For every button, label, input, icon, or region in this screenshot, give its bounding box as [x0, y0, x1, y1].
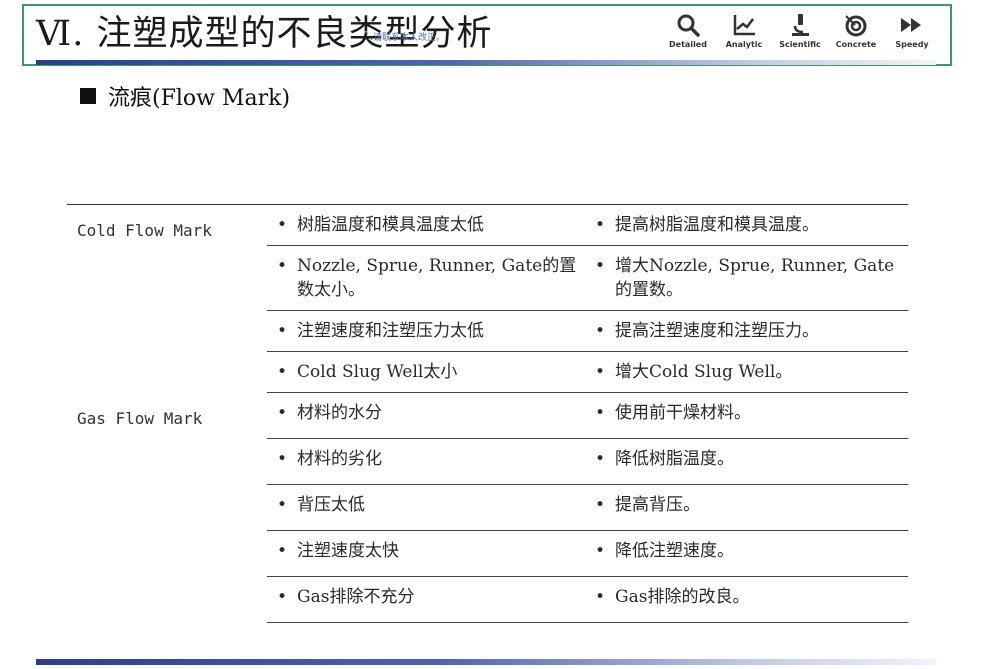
fast-forward-icon: [901, 18, 921, 32]
section-heading: 流痕(Flow Mark): [80, 80, 290, 112]
bullet-icon: •: [595, 321, 606, 341]
bullet-icon: •: [595, 362, 606, 382]
bullet-icon: •: [277, 362, 288, 382]
footer-divider: [36, 659, 936, 665]
tool-label: Concrete: [835, 40, 877, 49]
tool-scientific[interactable]: Scientific: [778, 12, 822, 49]
cause-text: 材料的水分: [297, 403, 383, 423]
bullet-icon: •: [595, 256, 606, 276]
bullet-icon: •: [595, 495, 606, 515]
cause-text: 背压太低: [297, 495, 366, 515]
table-row: Cold Flow Mark • 树脂温度和模具温度太低 • 提高树脂温度和模具温度…: [67, 204, 908, 393]
line-chart-icon: [733, 15, 755, 36]
header-divider: [36, 60, 936, 65]
bullet-icon: •: [595, 449, 606, 469]
watermark-text: …请联系本人改正。: [364, 33, 446, 43]
cause-text: Cold Slug Well太小: [297, 362, 458, 382]
fix-text: 提高背压。: [615, 495, 701, 515]
tool-speedy[interactable]: Speedy: [890, 12, 934, 49]
cause-text: 注塑速度和注塑压力太低: [297, 321, 485, 341]
cause-text: 材料的劣化: [297, 449, 383, 469]
magnifier-icon: [677, 14, 700, 37]
cause-text: Nozzle, Sprue, Runner, Gate的置数太小。: [297, 256, 577, 300]
tool-concrete[interactable]: Concrete: [834, 12, 878, 49]
bullet-icon: •: [277, 449, 288, 469]
fix-text: Gas排除的改良。: [615, 587, 750, 607]
flow-mark-table: Cold Flow Mark • 树脂温度和模具温度太低 • 提高树脂温度和模具温度…: [67, 204, 908, 623]
section-title: 流痕(Flow Mark): [108, 86, 291, 111]
bullet-icon: •: [277, 321, 288, 341]
method-toolbar: Detailed Analytic Scientific Concrete Sp…: [666, 12, 934, 49]
bullet-icon: •: [277, 587, 288, 607]
tool-label: Scientific: [779, 40, 821, 49]
bullet-square-icon: [80, 88, 96, 104]
bullet-icon: •: [277, 495, 288, 515]
bullet-icon: •: [595, 541, 606, 561]
fix-text: 提高树脂温度和模具温度。: [615, 215, 820, 235]
fix-text: 增大Cold Slug Well。: [615, 362, 793, 382]
bullet-icon: •: [595, 587, 606, 607]
cause-text: 注塑速度太快: [297, 541, 400, 561]
bullet-icon: •: [277, 403, 288, 423]
bullet-icon: •: [277, 541, 288, 561]
fix-text: 降低注塑速度。: [615, 541, 735, 561]
microscope-icon: [792, 14, 809, 36]
fix-text: 提高注塑速度和注塑压力。: [615, 321, 820, 341]
tool-label: Analytic: [725, 40, 763, 49]
tool-label: Speedy: [895, 40, 929, 49]
title-banner: Ⅵ. 注塑成型的不良类型分析 …请联系本人改正。 Detailed Analyt…: [22, 4, 952, 66]
cause-text: 树脂温度和模具温度太低: [297, 215, 485, 235]
category-cell: Gas Flow Mark: [77, 408, 203, 428]
bullet-icon: •: [595, 403, 606, 423]
cause-text: Gas排除不充分: [297, 587, 415, 607]
tool-detailed[interactable]: Detailed: [666, 12, 710, 49]
table-row: Gas Flow Mark • 材料的水分 • 使用前干燥材料。: [67, 392, 908, 439]
tool-label: Detailed: [669, 40, 707, 49]
fix-text: 增大Nozzle, Sprue, Runner, Gate的置数。: [615, 256, 895, 300]
bullet-icon: •: [277, 256, 288, 276]
target-icon: [845, 15, 867, 37]
fix-text: 降低树脂温度。: [615, 449, 735, 469]
fix-text: 使用前干燥材料。: [615, 403, 752, 423]
bullet-icon: •: [277, 215, 288, 235]
tool-analytic[interactable]: Analytic: [722, 12, 766, 49]
bullet-icon: •: [595, 215, 606, 235]
category-cell: Cold Flow Mark: [67, 204, 267, 393]
